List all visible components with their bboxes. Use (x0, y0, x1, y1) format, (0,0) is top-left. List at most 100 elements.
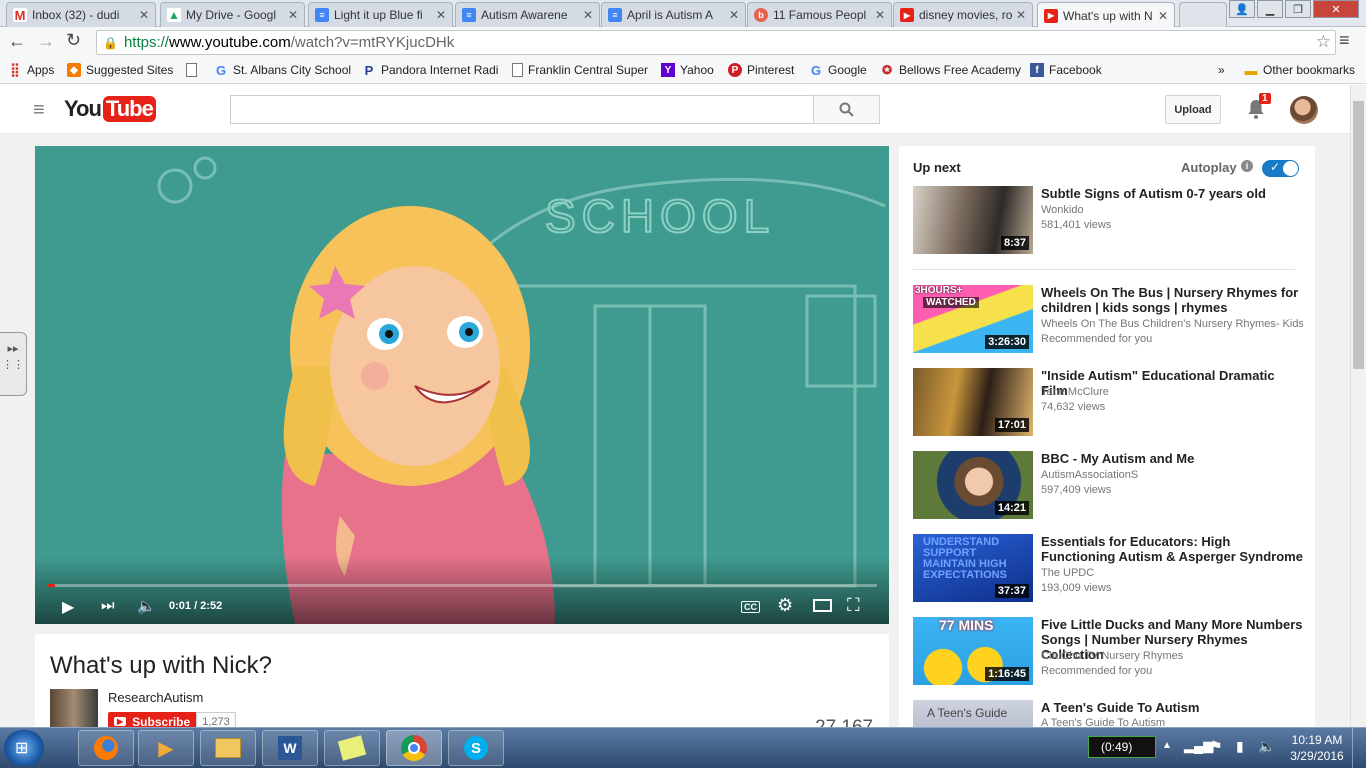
bookmark-yahoo[interactable]: Y Yahoo (661, 63, 714, 77)
notifications-button[interactable]: 1 (1246, 93, 1271, 125)
taskbar-chrome[interactable] (386, 730, 442, 766)
captions-icon[interactable]: CC (741, 601, 760, 613)
tab-autism-awareness[interactable]: ≡ Autism Awarene ✕ (455, 2, 600, 27)
bookmark-star-icon[interactable]: ☆ (1316, 32, 1331, 52)
video-player[interactable]: SCHOOL ▶ ⏭ 🔈 0:01 / 2:52 CC ⚙ ⛶ (35, 146, 889, 624)
recommended-video[interactable]: 77 MINS 1:16:45 Five Little Ducks and Ma… (913, 617, 1303, 687)
video-thumbnail[interactable]: 3HOURS+ WATCHED 3:26:30 (913, 285, 1033, 353)
close-tab-icon[interactable]: ✕ (583, 8, 593, 22)
recommended-video[interactable]: UNDERSTAND SUPPORT MAINTAIN HIGH EXPECTA… (913, 534, 1303, 604)
close-tab-icon[interactable]: ✕ (1016, 8, 1026, 22)
taskbar-sticky[interactable] (324, 730, 380, 766)
close-window-icon[interactable]: ✕ (1313, 0, 1359, 18)
search-input[interactable] (230, 95, 814, 124)
play-icon[interactable]: ▶ (62, 597, 74, 617)
progress-bar[interactable] (47, 584, 877, 587)
video-thumbnail[interactable]: 8:37 (913, 186, 1033, 254)
side-drag-handle[interactable]: ▸▸ ⋮⋮ (0, 332, 27, 396)
bookmark-franklin[interactable]: Franklin Central Super (512, 63, 648, 77)
recommended-video[interactable]: 8:37 Subtle Signs of Autism 0-7 years ol… (913, 186, 1303, 256)
channel-thumbnail[interactable] (50, 689, 98, 727)
youtube-logo[interactable]: You Tube (64, 96, 156, 122)
upload-button[interactable]: Upload (1165, 95, 1221, 124)
video-title[interactable]: Subtle Signs of Autism 0-7 years old (1041, 186, 1303, 201)
tab-famous-people[interactable]: b 11 Famous Peopl ✕ (747, 2, 892, 27)
bookmark-pinterest[interactable]: P Pinterest (728, 63, 794, 77)
guide-menu-icon[interactable]: ≡ (33, 99, 45, 122)
restore-icon[interactable]: ❐ (1285, 0, 1311, 18)
video-thumbnail[interactable]: UNDERSTAND SUPPORT MAINTAIN HIGH EXPECTA… (913, 534, 1033, 602)
address-bar[interactable]: 🔒 https:// www.youtube.com /watch?v=mtRY… (96, 30, 1336, 55)
bookmark-apps[interactable]: ⣿ Apps (8, 62, 54, 77)
bookmark-google[interactable]: G Google (809, 63, 867, 78)
tab-inbox[interactable]: M Inbox (32) - dudi ✕ (6, 2, 156, 27)
avatar[interactable] (1290, 96, 1318, 124)
clock-date[interactable]: 3/29/2016 (1289, 749, 1345, 763)
info-icon[interactable]: i (1241, 160, 1253, 172)
video-thumbnail[interactable]: 77 MINS 1:16:45 (913, 617, 1033, 685)
clock-time[interactable]: 10:19 AM (1289, 733, 1345, 747)
start-button[interactable]: ⊞ (4, 730, 44, 766)
video-title[interactable]: Essentials for Educators: High Functioni… (1041, 534, 1303, 564)
volume-icon[interactable]: 🔈 (137, 597, 156, 615)
tab-disney-movies[interactable]: ▶ disney movies, ro ✕ (893, 2, 1033, 27)
other-bookmarks-folder[interactable]: ▬ Other bookmarks (1244, 63, 1356, 78)
profile-icon[interactable]: 👤 (1229, 0, 1255, 18)
tab-light-it-up-blue[interactable]: ≡ Light it up Blue fi ✕ (308, 2, 453, 27)
video-title[interactable]: A Teen's Guide To Autism (1041, 700, 1303, 715)
taskbar-word[interactable]: W (262, 730, 318, 766)
taskbar-skype[interactable]: S (448, 730, 504, 766)
scrollbar-thumb[interactable] (1353, 101, 1364, 369)
channel-name[interactable]: ResearchAutism (108, 690, 203, 705)
new-tab-button[interactable] (1179, 2, 1227, 27)
tab-whats-up-with-nick[interactable]: ▶ What's up with N ✕ (1037, 2, 1175, 28)
close-tab-icon[interactable]: ✕ (139, 8, 149, 22)
bookmark-bellows[interactable]: ✪ Bellows Free Academy (880, 63, 1021, 77)
video-thumbnail[interactable]: 14:21 (913, 451, 1033, 519)
speaker-icon[interactable]: 🔈 (1258, 738, 1275, 755)
next-video-icon[interactable]: ⏭ (101, 597, 115, 614)
autoplay-toggle[interactable]: ✓ (1262, 160, 1299, 177)
signal-icon[interactable]: ▂▄▆ (1184, 738, 1213, 754)
close-tab-icon[interactable]: ✕ (1158, 9, 1168, 23)
recommended-video[interactable]: A Teen's Guide A Teen's Guide To Autism … (913, 700, 1303, 727)
youtube-play-icon: ▶ (114, 717, 127, 726)
search-button[interactable] (813, 95, 880, 124)
video-title[interactable]: BBC - My Autism and Me (1041, 451, 1303, 466)
tab-my-drive[interactable]: ▲ My Drive - Googl ✕ (160, 2, 305, 27)
action-center-flag-icon[interactable]: ⚑ (1210, 738, 1223, 755)
recommended-video[interactable]: 14:21 BBC - My Autism and Me AutismAssoc… (913, 451, 1303, 521)
battery-icon[interactable]: ▮ (1236, 738, 1244, 755)
bookmark-st-albans[interactable]: G St. Albans City School (214, 63, 351, 78)
settings-gear-icon[interactable]: ⚙ (777, 595, 793, 616)
more-bookmarks-button[interactable]: » (1218, 63, 1225, 77)
taskbar-media[interactable]: ▶ (138, 730, 194, 766)
chrome-menu-icon[interactable]: ≡ (1339, 30, 1350, 51)
recommended-video[interactable]: 3HOURS+ WATCHED 3:26:30 Wheels On The Bu… (913, 285, 1303, 355)
bookmark-pandora[interactable]: P Pandora Internet Radi (362, 63, 499, 78)
back-arrow-icon[interactable]: ← (8, 31, 26, 52)
bookmark-facebook[interactable]: f Facebook (1030, 63, 1102, 77)
tab-april-autism[interactable]: ≡ April is Autism A ✕ (601, 2, 746, 27)
close-tab-icon[interactable]: ✕ (288, 8, 298, 22)
close-tab-icon[interactable]: ✕ (436, 8, 446, 22)
bookmark-blank[interactable] (186, 63, 202, 77)
video-thumbnail[interactable]: A Teen's Guide (913, 700, 1033, 727)
bookmark-suggested-sites[interactable]: ◆ Suggested Sites (67, 63, 173, 77)
battery-timer[interactable]: (0:49) (1088, 736, 1156, 758)
close-tab-icon[interactable]: ✕ (729, 8, 739, 22)
theater-mode-icon[interactable] (813, 599, 832, 612)
fullscreen-icon[interactable]: ⛶ (847, 595, 860, 616)
taskbar-explorer[interactable] (200, 730, 256, 766)
page-scrollbar[interactable] (1350, 85, 1366, 727)
show-hidden-icons[interactable]: ▲ (1162, 740, 1172, 751)
reload-icon[interactable]: ↻ (66, 30, 81, 51)
minimize-icon[interactable]: ▁ (1257, 0, 1283, 18)
recommended-video[interactable]: 17:01 "Inside Autism" Educational Dramat… (913, 368, 1303, 438)
video-title[interactable]: Wheels On The Bus | Nursery Rhymes for c… (1041, 285, 1303, 315)
forward-arrow-icon[interactable]: → (37, 31, 55, 52)
close-tab-icon[interactable]: ✕ (875, 8, 885, 22)
show-desktop-button[interactable] (1352, 728, 1366, 768)
video-thumbnail[interactable]: 17:01 (913, 368, 1033, 436)
taskbar-firefox[interactable] (78, 730, 134, 766)
